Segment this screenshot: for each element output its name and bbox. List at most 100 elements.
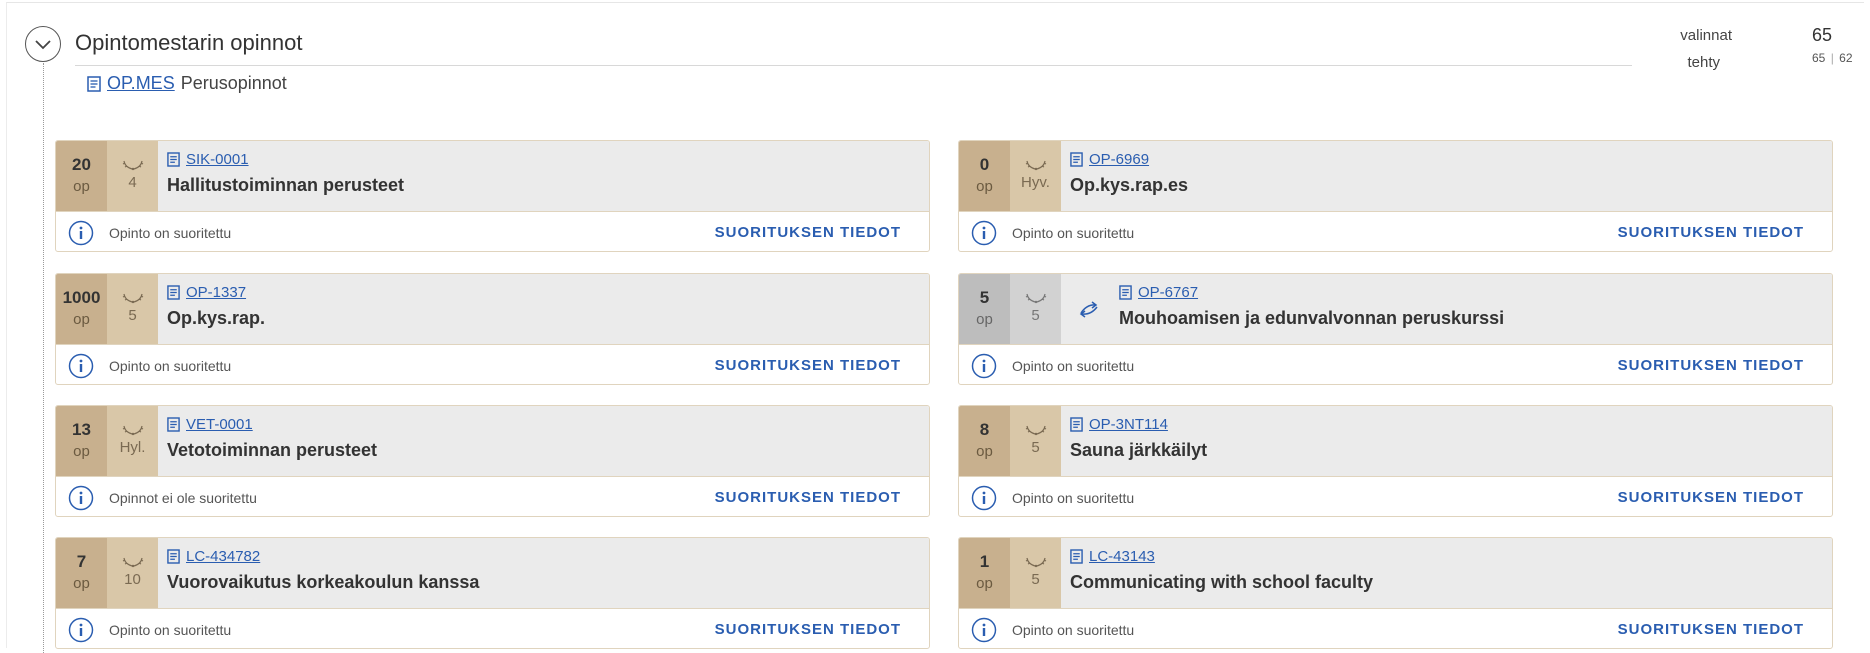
- grade-value: 10: [124, 571, 141, 588]
- info-icon[interactable]: [971, 220, 997, 246]
- credits-value: 1000: [62, 288, 101, 307]
- section-tree-line: [43, 63, 44, 653]
- completion-details-button[interactable]: SUORITUKSEN TIEDOT: [715, 224, 901, 241]
- course-card: 1 op 5 LC-43143 Communicating with schoo…: [958, 537, 1833, 649]
- document-icon: [1070, 417, 1083, 432]
- course-name: Communicating with school faculty: [1070, 572, 1374, 592]
- info-icon[interactable]: [971, 485, 997, 511]
- credits-unit: op: [976, 443, 993, 460]
- section-toggle-button[interactable]: [25, 26, 61, 62]
- course-status: Opinto on suoritettu: [109, 622, 232, 638]
- info-icon[interactable]: [68, 617, 94, 643]
- course-code-link[interactable]: OP-6969: [1089, 151, 1149, 168]
- course-code-link[interactable]: VET-0001: [186, 416, 253, 433]
- laurel-icon: [1025, 425, 1046, 436]
- grade-box: 5: [107, 274, 158, 344]
- course-card: 7 op 10 LC-434782 Vuorovaikutus korkeako…: [55, 537, 930, 649]
- grade-box: Hyv.: [1010, 141, 1061, 211]
- credits-box: 20 op: [56, 141, 107, 211]
- grade-box: 5: [1010, 406, 1061, 476]
- grade-value: 5: [1031, 439, 1040, 456]
- credits-unit: op: [976, 311, 993, 328]
- chevron-down-icon: [35, 40, 51, 50]
- course-code-link[interactable]: LC-434782: [186, 548, 260, 565]
- grade-value: 5: [1031, 571, 1040, 588]
- course-footer: Opinto on suoritettu SUORITUKSEN TIEDOT: [959, 344, 1832, 384]
- document-icon: [87, 75, 101, 92]
- course-status: Opinto on suoritettu: [109, 358, 232, 374]
- info-icon[interactable]: [971, 353, 997, 379]
- laurel-icon: [1025, 293, 1046, 304]
- course-footer: Opinnot ei ole suoritettu SUORITUKSEN TI…: [56, 476, 929, 516]
- credits-unit: op: [976, 178, 993, 195]
- course-info: OP-6767 Mouhoamisen ja edunvalvonnan per…: [1119, 284, 1504, 329]
- credits-value: 0: [979, 155, 990, 174]
- document-icon: [1070, 152, 1083, 167]
- course-code-link[interactable]: SIK-0001: [186, 151, 249, 168]
- course-card: 20 op 4 SIK-0001 Hallitustoiminnan perus…: [55, 140, 930, 252]
- document-icon: [1070, 549, 1083, 564]
- grade-box: 5: [1010, 274, 1061, 344]
- completion-details-button[interactable]: SUORITUKSEN TIEDOT: [715, 489, 901, 506]
- credits-value: 13: [72, 420, 91, 439]
- credits-box: 8 op: [959, 406, 1010, 476]
- document-icon: [167, 285, 180, 300]
- completion-details-button[interactable]: SUORITUKSEN TIEDOT: [1618, 621, 1804, 638]
- document-icon: [1119, 285, 1132, 300]
- completion-details-button[interactable]: SUORITUKSEN TIEDOT: [1618, 357, 1804, 374]
- course-name: Hallitustoiminnan perusteet: [167, 175, 405, 195]
- completion-details-button[interactable]: SUORITUKSEN TIEDOT: [715, 357, 901, 374]
- credits-unit: op: [976, 575, 993, 592]
- grade-box: 10: [107, 538, 158, 608]
- course-info: SIK-0001 Hallitustoiminnan perusteet: [167, 151, 404, 196]
- laurel-icon: [122, 425, 143, 436]
- info-icon[interactable]: [68, 353, 94, 379]
- grade-value: 5: [1031, 307, 1040, 324]
- tehty-progress: 65 | 62: [1812, 51, 1853, 65]
- course-card: 13 op Hyl. VET-0001 Vetotoiminnan perust…: [55, 405, 930, 517]
- document-icon: [167, 549, 180, 564]
- completion-details-button[interactable]: SUORITUKSEN TIEDOT: [1618, 224, 1804, 241]
- course-code-link[interactable]: OP-6767: [1138, 284, 1198, 301]
- credits-box: 1000 op: [56, 274, 107, 344]
- valinnat-label: valinnat: [1680, 27, 1732, 44]
- module-name: Perusopinnot: [180, 73, 287, 93]
- module-code-link[interactable]: OP.MES: [107, 73, 175, 94]
- course-info: LC-434782 Vuorovaikutus korkeakoulun kan…: [167, 548, 479, 593]
- completion-details-button[interactable]: SUORITUKSEN TIEDOT: [715, 621, 901, 638]
- course-info: OP-3NT114 Sauna järkkäilyt: [1070, 416, 1207, 461]
- document-icon: [167, 152, 180, 167]
- info-icon[interactable]: [68, 485, 94, 511]
- credits-box: 5 op: [959, 274, 1010, 344]
- course-status: Opinto on suoritettu: [1012, 358, 1135, 374]
- completion-details-button[interactable]: SUORITUKSEN TIEDOT: [1618, 489, 1804, 506]
- course-name: Op.kys.rap.es: [1070, 175, 1189, 195]
- grade-value: Hyv.: [1021, 174, 1050, 191]
- course-card: 1000 op 5 OP-1337 Op.kys.rap. Opinto on …: [55, 273, 930, 385]
- info-icon[interactable]: [68, 220, 94, 246]
- laurel-icon: [1025, 557, 1046, 568]
- credits-value: 5: [979, 288, 990, 307]
- course-status: Opinto on suoritettu: [109, 225, 232, 241]
- course-info: VET-0001 Vetotoiminnan perusteet: [167, 416, 377, 461]
- credits-box: 7 op: [56, 538, 107, 608]
- course-code-link[interactable]: OP-1337: [186, 284, 246, 301]
- course-info: OP-6969 Op.kys.rap.es: [1070, 151, 1188, 196]
- tehty-value: 65: [1812, 51, 1826, 65]
- course-name: Sauna järkkäilyt: [1070, 440, 1208, 460]
- course-code-link[interactable]: OP-3NT114: [1089, 416, 1168, 433]
- swap-arrows-icon: [1079, 301, 1098, 318]
- course-info: OP-1337 Op.kys.rap.: [167, 284, 265, 329]
- grade-box: Hyl.: [107, 406, 158, 476]
- course-footer: Opinto on suoritettu SUORITUKSEN TIEDOT: [959, 211, 1832, 251]
- credits-value: 20: [72, 155, 91, 174]
- course-name: Op.kys.rap.: [167, 308, 266, 328]
- course-code-link[interactable]: LC-43143: [1089, 548, 1155, 565]
- course-footer: Opinto on suoritettu SUORITUKSEN TIEDOT: [959, 476, 1832, 516]
- laurel-icon: [1025, 160, 1046, 171]
- course-name: Mouhoamisen ja edunvalvonnan peruskurssi: [1119, 308, 1505, 328]
- course-status: Opinnot ei ole suoritettu: [109, 490, 257, 506]
- grade-box: 4: [107, 141, 158, 211]
- grade-value: 4: [128, 174, 137, 191]
- info-icon[interactable]: [971, 617, 997, 643]
